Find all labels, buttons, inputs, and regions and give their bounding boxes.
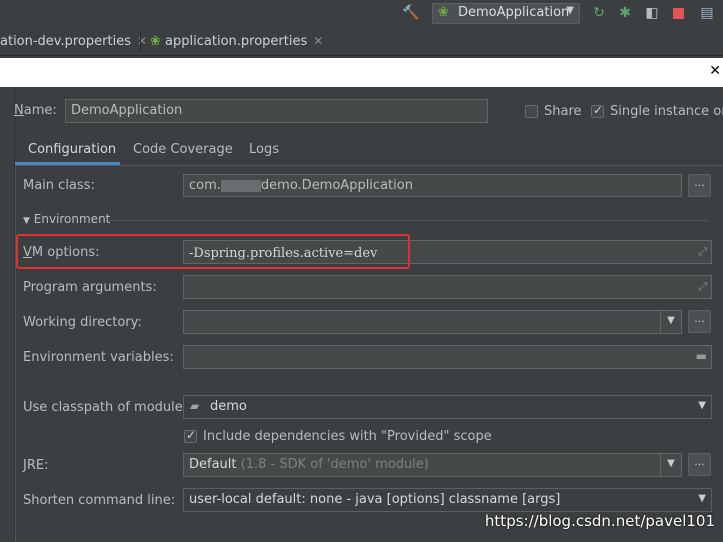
close-icon[interactable]: ✕ xyxy=(137,34,147,48)
module-folder-icon: ▰ xyxy=(190,399,200,413)
chevron-down-icon: ▼ xyxy=(566,5,574,16)
name-field[interactable]: DemoApplication xyxy=(65,99,488,123)
run-configuration-label: DemoApplication xyxy=(458,5,570,20)
single-instance-label: Single instance only xyxy=(610,104,723,119)
section-divider xyxy=(108,220,708,221)
jre-label: JRE: xyxy=(23,458,49,473)
shorten-command-line-value: user-local default: none - java [options… xyxy=(189,492,561,507)
rerun-icon[interactable]: ↻ xyxy=(590,4,608,22)
program-arguments-field[interactable]: ⤢ xyxy=(183,275,712,299)
tab-logs[interactable]: Logs xyxy=(249,142,279,157)
classpath-module-dropdown[interactable]: ▰ demo ▼ xyxy=(183,395,712,419)
tab-configuration[interactable]: Configuration xyxy=(28,142,116,157)
include-dependencies-label: Include dependencies with "Provided" sco… xyxy=(203,429,492,444)
classpath-module-label: Use classpath of module: xyxy=(23,400,188,415)
program-arguments-label: Program arguments: xyxy=(23,280,157,295)
browse-jre-button[interactable]: ... xyxy=(688,453,711,476)
spring-icon: ❀ xyxy=(150,34,161,49)
chevron-down-icon: ▼ xyxy=(698,400,706,411)
expand-icon[interactable]: ⤢ xyxy=(698,280,707,294)
classpath-module-value: demo xyxy=(210,399,247,414)
chevron-down-icon[interactable]: ▼ xyxy=(660,454,681,476)
environment-section[interactable]: ▼ Environment xyxy=(23,212,110,226)
expand-icon[interactable]: ⤢ xyxy=(698,245,707,259)
project-structure-icon[interactable]: ▤ xyxy=(698,4,716,22)
browse-main-class-button[interactable]: ... xyxy=(688,174,711,197)
working-directory-field[interactable]: ▼ xyxy=(183,310,682,334)
collapse-arrow-icon: ▼ xyxy=(23,216,30,226)
include-dependencies-checkbox[interactable] xyxy=(184,428,197,443)
jre-value: Default (1.8 - SDK of 'demo' module) xyxy=(189,457,429,472)
tab-label: ation-dev.properties xyxy=(0,34,131,49)
working-directory-label: Working directory: xyxy=(23,315,142,330)
redacted-block xyxy=(220,179,261,192)
stop-icon[interactable] xyxy=(669,4,687,22)
chevron-down-icon: ▼ xyxy=(698,493,706,504)
coverage-icon[interactable]: ◧ xyxy=(643,4,661,22)
shorten-command-line-dropdown[interactable]: user-local default: none - java [options… xyxy=(183,488,712,512)
watermark: https://blog.csdn.net/pavel101 xyxy=(484,512,715,530)
share-checkbox[interactable] xyxy=(525,105,538,118)
main-class-prefix: com. xyxy=(189,178,221,193)
tab-divider xyxy=(140,32,141,51)
red-highlight-box xyxy=(16,234,410,269)
jre-default: Default xyxy=(189,457,237,472)
dialog-title-bar: ✕ xyxy=(0,58,723,87)
chevron-down-icon[interactable]: ▼ xyxy=(660,311,681,333)
close-icon[interactable]: ✕ xyxy=(313,34,323,48)
left-edge xyxy=(0,88,15,541)
jre-field[interactable]: Default (1.8 - SDK of 'demo' module) ▼ xyxy=(183,453,682,477)
tab-application-dev-properties[interactable]: ation-dev.properties ✕ xyxy=(0,28,147,55)
tab-label: application.properties xyxy=(165,34,308,49)
shorten-command-line-label: Shorten command line: xyxy=(23,493,176,508)
hammer-icon[interactable]: 🔨 xyxy=(402,4,420,22)
debug-icon[interactable]: ✱ xyxy=(616,4,634,22)
environment-label: Environment xyxy=(33,212,111,226)
share-label: Share xyxy=(544,104,582,119)
browse-working-directory-button[interactable]: ... xyxy=(688,310,711,333)
single-instance-checkbox[interactable] xyxy=(591,103,604,118)
main-class-suffix: demo.DemoApplication xyxy=(260,178,413,193)
name-value: DemoApplication xyxy=(71,103,183,118)
tab-application-properties[interactable]: ❀ application.properties ✕ xyxy=(150,28,323,55)
environment-variables-field[interactable]: ▬ xyxy=(183,345,712,369)
editor-tabs: ation-dev.properties ✕ ❀ application.prop… xyxy=(0,28,723,56)
main-class-label: Main class: xyxy=(23,178,95,193)
jre-hint: (1.8 - SDK of 'demo' module) xyxy=(240,457,429,472)
top-toolbar: 🔨 ❀ DemoApplication ▼ ↻ ✱ ◧ ▤ xyxy=(0,0,723,29)
folder-icon[interactable]: ▬ xyxy=(696,349,707,363)
main-class-value: com. demo.DemoApplication xyxy=(189,178,413,193)
spring-icon: ❀ xyxy=(438,5,449,20)
close-icon[interactable]: ✕ xyxy=(709,63,721,79)
main-class-field[interactable]: com. demo.DemoApplication xyxy=(183,174,682,197)
run-configuration-dropdown[interactable]: ❀ DemoApplication ▼ xyxy=(432,3,580,24)
environment-variables-label: Environment variables: xyxy=(23,350,174,365)
tab-code-coverage[interactable]: Code Coverage xyxy=(133,142,233,157)
name-label: Name: xyxy=(14,103,57,118)
